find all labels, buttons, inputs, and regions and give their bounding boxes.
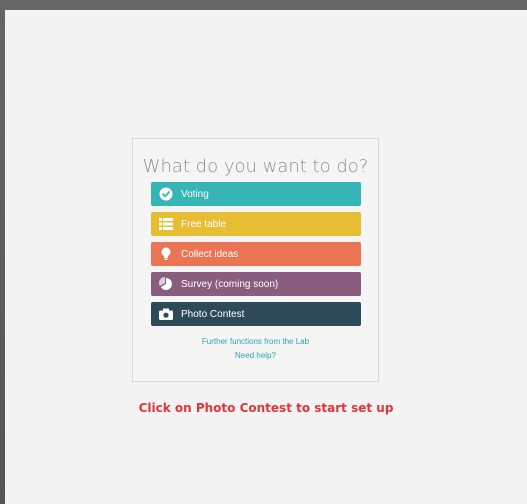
photo-contest-button[interactable]: Photo Contest bbox=[151, 302, 361, 326]
instruction-text: Click on Photo Contest to start set up bbox=[138, 401, 394, 415]
voting-label: Voting bbox=[181, 188, 209, 200]
photo-contest-label: Photo Contest bbox=[181, 308, 245, 320]
lightbulb-icon bbox=[159, 247, 173, 261]
collect-ideas-label: Collect ideas bbox=[181, 248, 239, 260]
free-table-label: Free table bbox=[181, 218, 227, 230]
camera-icon bbox=[159, 307, 173, 321]
page-canvas: What do you want to do? Voting Free tabl… bbox=[5, 10, 527, 504]
table-icon bbox=[159, 217, 173, 231]
further-functions-link[interactable]: Further functions from the Lab bbox=[133, 337, 378, 346]
need-help-link[interactable]: Need help? bbox=[133, 351, 378, 360]
survey-button[interactable]: Survey (coming soon) bbox=[151, 272, 361, 296]
dialog-links: Further functions from the Lab Need help… bbox=[133, 337, 378, 365]
check-circle-icon bbox=[159, 187, 173, 201]
survey-label: Survey (coming soon) bbox=[181, 278, 279, 290]
free-table-button[interactable]: Free table bbox=[151, 212, 361, 236]
voting-button[interactable]: Voting bbox=[151, 182, 361, 206]
mode-selection-dialog: What do you want to do? Voting Free tabl… bbox=[132, 138, 379, 382]
chart-icon bbox=[159, 277, 173, 291]
dialog-title: What do you want to do? bbox=[142, 156, 369, 177]
collect-ideas-button[interactable]: Collect ideas bbox=[151, 242, 361, 266]
